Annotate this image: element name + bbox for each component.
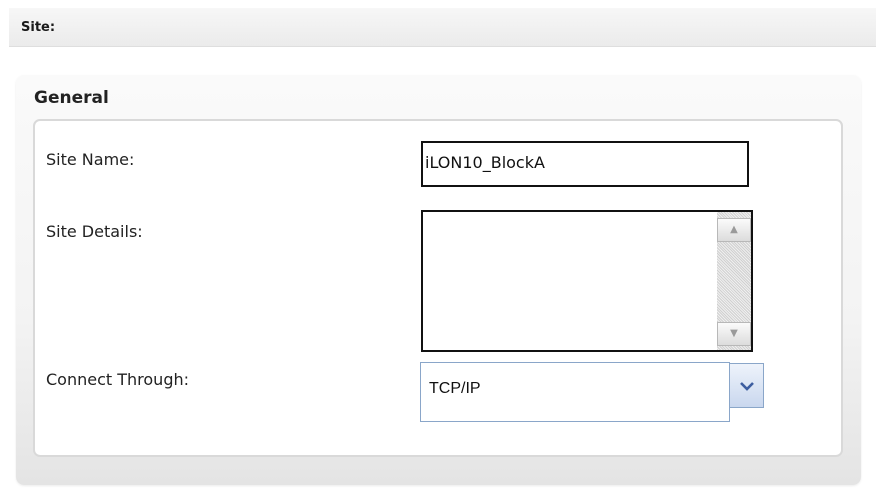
site-details-textarea[interactable]: ▲ ▼ <box>421 210 753 352</box>
connect-through-select[interactable]: TCP/IP <box>420 362 730 422</box>
site-details-scrollbar[interactable]: ▲ ▼ <box>717 212 751 350</box>
site-details-label: Site Details: <box>46 222 143 241</box>
site-name-input[interactable]: iLON10_BlockA <box>421 141 749 187</box>
chevron-down-icon[interactable] <box>729 363 764 408</box>
site-name-label: Site Name: <box>46 150 135 169</box>
arrow-down-icon[interactable]: ▼ <box>717 322 751 346</box>
page-title: Site: <box>21 20 56 35</box>
arrow-up-icon[interactable]: ▲ <box>717 218 751 242</box>
section-title-general: General <box>34 88 109 108</box>
connect-through-value: TCP/IP <box>429 380 481 397</box>
connect-through-label: Connect Through: <box>46 370 189 389</box>
header-bar: Site: <box>9 8 876 47</box>
